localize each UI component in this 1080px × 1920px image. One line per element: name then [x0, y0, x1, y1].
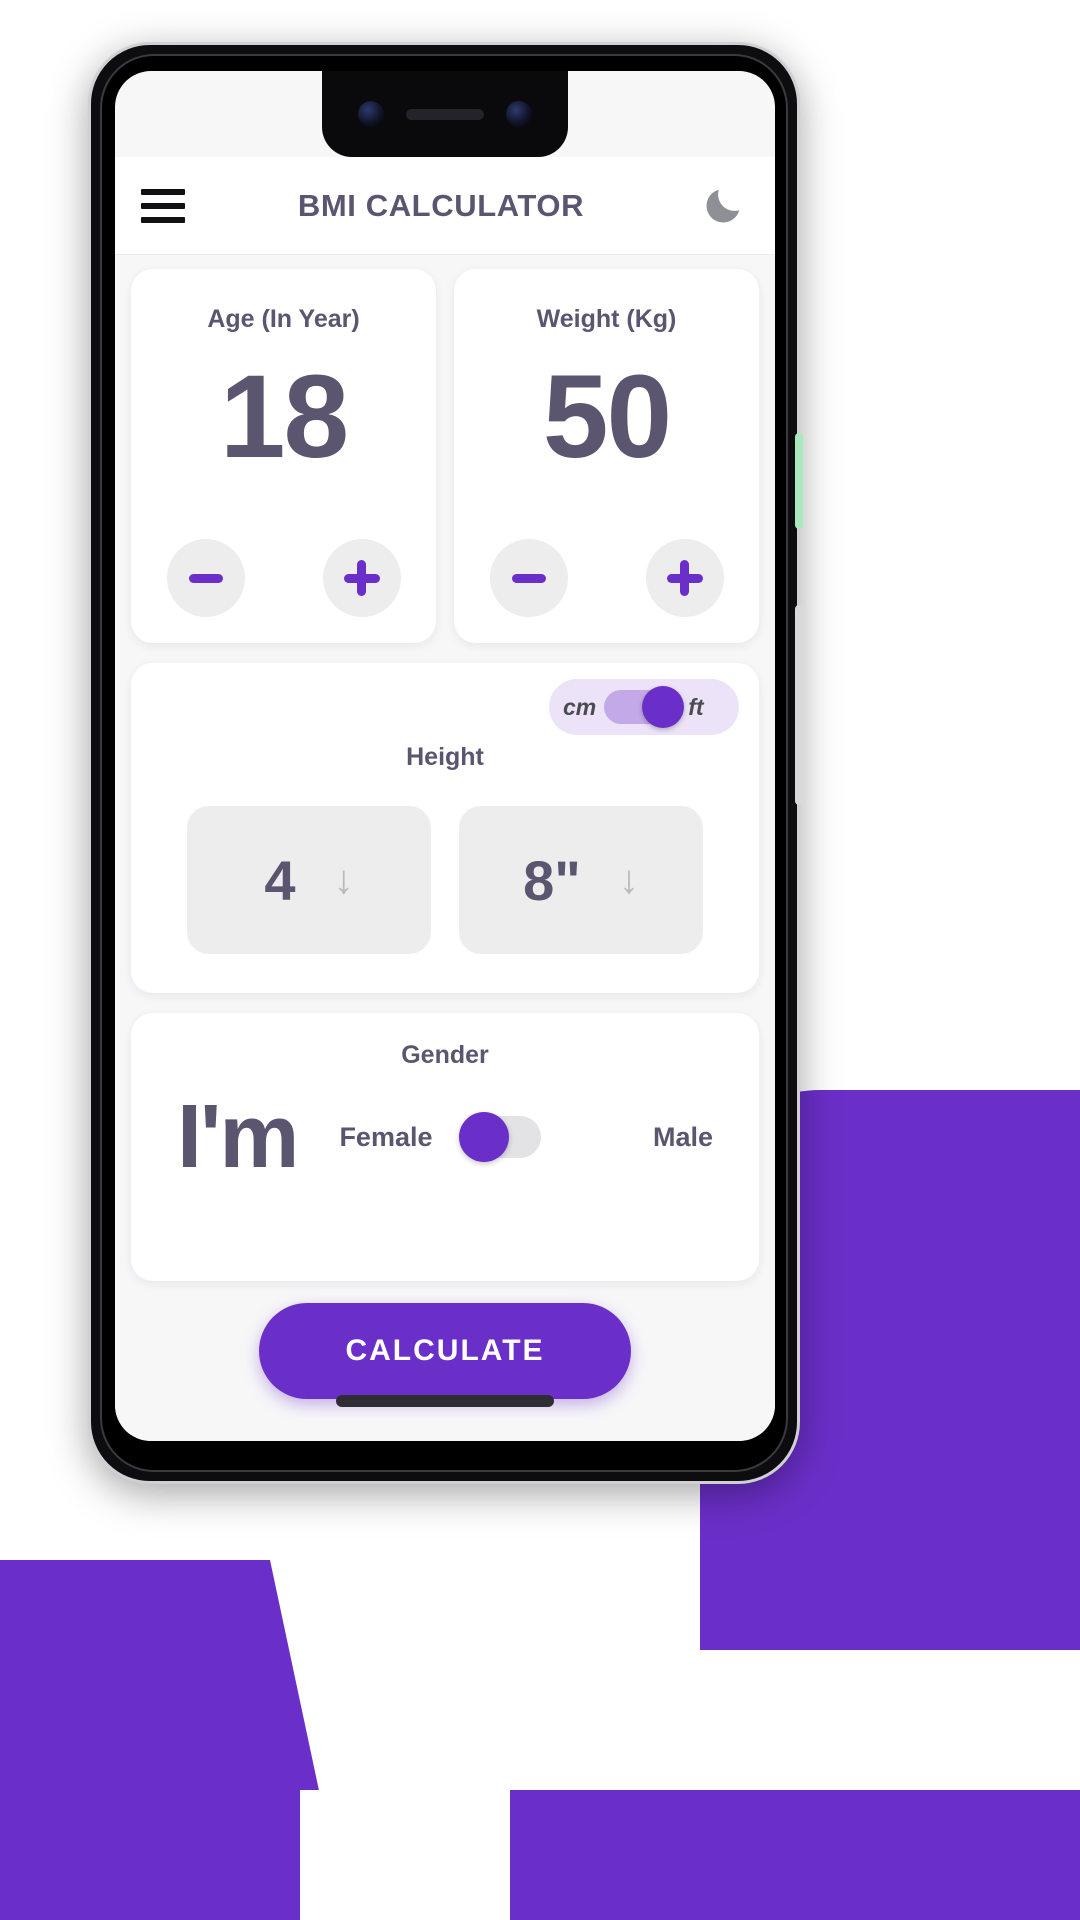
weight-label: Weight (Kg) — [536, 305, 677, 333]
minus-icon — [188, 573, 223, 583]
screenshot-root: BMI CALCULATOR Age (In Year) 18 Weight (… — [0, 0, 1080, 1920]
plus-icon — [343, 560, 380, 596]
age-increment-button[interactable] — [322, 539, 401, 617]
plus-icon — [666, 560, 703, 596]
metrics-row: Age (In Year) 18 Weight (Kg) 50 — [131, 269, 759, 643]
height-feet-value: 4 — [264, 848, 296, 912]
phone-screen: BMI CALCULATOR Age (In Year) 18 Weight (… — [115, 71, 775, 1441]
height-inches-select[interactable]: 8" ↓ — [459, 806, 703, 954]
gender-toggle-knob[interactable] — [458, 1112, 509, 1162]
hamburger-bar — [141, 216, 185, 223]
gender-prefix: I'm — [177, 1087, 299, 1187]
age-value: 18 — [219, 351, 349, 483]
background-shape-bottom — [0, 1790, 1080, 1920]
unit-toggle-knob[interactable] — [642, 686, 685, 728]
gender-label: Gender — [401, 1041, 489, 1069]
height-inches-value: 8" — [523, 848, 581, 912]
height-unit-toggle[interactable]: cm ft — [549, 679, 739, 735]
height-selects: 4 ↓ 8" ↓ — [153, 806, 737, 954]
power-button[interactable] — [795, 433, 803, 529]
minus-icon — [511, 573, 546, 583]
hamburger-bar — [141, 188, 185, 195]
gender-selector: I'm Female Male — [155, 1092, 735, 1182]
chevron-down-icon: ↓ — [618, 858, 639, 902]
weight-increment-button[interactable] — [645, 539, 724, 617]
height-card: cm ft Height 4 ↓ 8" ↓ — [131, 663, 759, 993]
hamburger-bar — [141, 202, 185, 209]
unit-toggle-track[interactable] — [604, 686, 685, 728]
weight-value: 50 — [542, 351, 672, 483]
calculate-button[interactable]: CALCULATE — [259, 1303, 631, 1399]
phone-mockup: BMI CALCULATOR Age (In Year) 18 Weight (… — [88, 42, 803, 1484]
gender-option-male[interactable]: Male — [653, 1122, 713, 1153]
volume-button[interactable] — [795, 605, 803, 805]
calculate-row: CALCULATE — [131, 1303, 759, 1399]
age-label: Age (In Year) — [207, 305, 360, 333]
age-card: Age (In Year) 18 — [131, 269, 436, 643]
gender-card: Gender I'm Female Male — [131, 1013, 759, 1281]
age-stepper — [131, 539, 436, 617]
page-title: BMI CALCULATOR — [297, 187, 585, 223]
weight-decrement-button[interactable] — [489, 539, 568, 617]
gender-option-female[interactable]: Female — [339, 1122, 432, 1153]
front-camera-secondary-icon — [506, 101, 532, 127]
unit-label-cm: cm — [563, 693, 597, 720]
chevron-down-icon: ↓ — [333, 858, 354, 902]
app-content: Age (In Year) 18 Weight (Kg) 50 cm ft He… — [115, 255, 775, 1441]
hamburger-menu-icon[interactable] — [141, 188, 185, 223]
gender-toggle[interactable] — [458, 1112, 541, 1162]
home-indicator[interactable] — [336, 1395, 554, 1407]
unit-label-ft: ft — [688, 693, 704, 720]
height-feet-select[interactable]: 4 ↓ — [187, 806, 431, 954]
front-camera-icon — [358, 101, 384, 127]
moon-icon[interactable] — [697, 180, 749, 232]
app-header: BMI CALCULATOR — [115, 157, 775, 255]
background-patch — [300, 1790, 510, 1920]
age-decrement-button[interactable] — [166, 539, 245, 617]
weight-stepper — [454, 539, 759, 617]
earpiece-speaker — [406, 108, 484, 120]
height-label: Height — [406, 743, 484, 771]
weight-card: Weight (Kg) 50 — [454, 269, 759, 643]
phone-notch — [322, 71, 568, 157]
